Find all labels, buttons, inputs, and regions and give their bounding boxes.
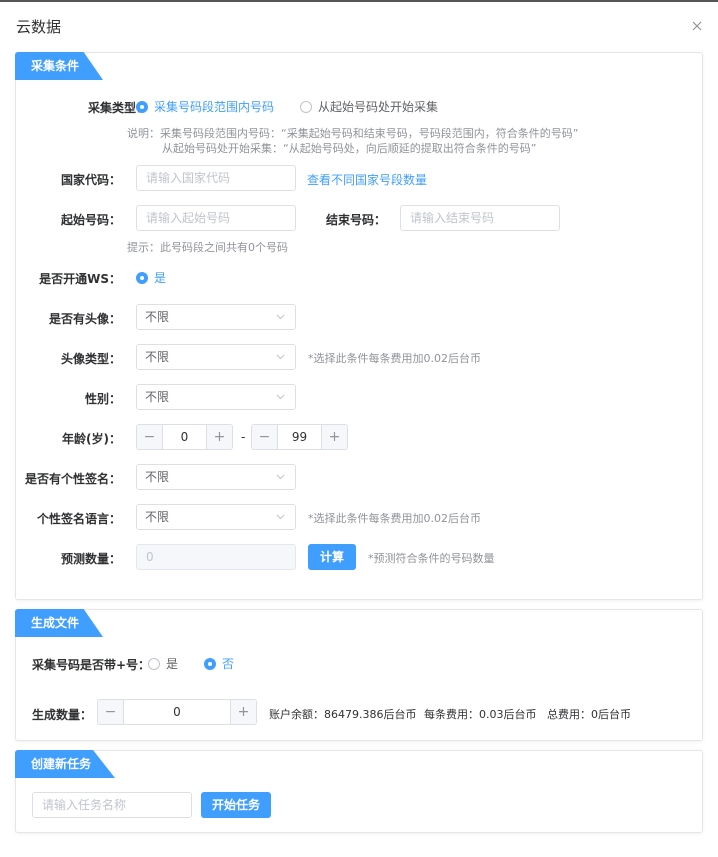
generate-count-stepper[interactable]: − 0 +: [97, 699, 257, 725]
generate-count-increment-button[interactable]: +: [230, 700, 256, 724]
age-max-value[interactable]: 99: [278, 425, 321, 449]
ws-enabled-label: 是否开通WS：: [39, 272, 121, 286]
country-code-input[interactable]: 请输入国家代码: [136, 165, 296, 191]
start-task-button[interactable]: 开始任务: [201, 792, 271, 818]
gender-value: 不限: [145, 390, 170, 404]
has-avatar-label: 是否有头像：: [48, 312, 121, 326]
has-avatar-value: 不限: [145, 310, 170, 324]
age-min-decrement-button[interactable]: −: [137, 425, 163, 449]
range-count-hint: 提示：此号码段之间共有0个号码: [127, 241, 288, 254]
predict-count-label: 预测数量：: [60, 552, 121, 566]
avatar-type-select[interactable]: 不限: [136, 344, 296, 370]
avatar-type-fee-note: *选择此条件每条费用加0.02后台币: [308, 352, 481, 365]
radio-start-text: 从起始号码处开始采集: [318, 100, 439, 114]
chevron-down-icon: [276, 314, 285, 320]
radio-range-collect[interactable]: 采集号码段范围内号码: [136, 98, 274, 115]
avatar-type-label: 头像类型：: [60, 352, 121, 366]
end-number-label: 结束号码：: [325, 213, 386, 227]
age-max-increment-button[interactable]: +: [321, 425, 347, 449]
age-min-increment-button[interactable]: +: [206, 425, 232, 449]
age-min-value[interactable]: 0: [163, 425, 206, 449]
avatar-type-value: 不限: [145, 350, 170, 364]
radio-range-dot[interactable]: [136, 100, 148, 113]
has-signature-label: 是否有个性签名：: [24, 472, 121, 486]
radio-ws-yes-text: 是: [154, 271, 167, 285]
predict-count-input: 0: [136, 544, 296, 570]
radio-ws-yes-dot[interactable]: [136, 271, 148, 284]
signature-language-value: 不限: [145, 510, 170, 524]
radio-start-dot[interactable]: [300, 100, 313, 113]
chevron-down-icon: [276, 394, 285, 400]
radio-plus-no-dot[interactable]: [204, 657, 217, 670]
generate-count-value[interactable]: 0: [124, 700, 230, 724]
collect-type-label: 采集类型：: [87, 101, 148, 115]
radio-range-text: 采集号码段范围内号码: [154, 100, 275, 114]
task-name-input[interactable]: 请输入任务名称: [32, 792, 192, 818]
predict-count-note: *预测符合条件的号码数量: [368, 552, 495, 565]
gender-label: 性别：: [84, 392, 121, 406]
country-code-label: 国家代码：: [60, 173, 121, 187]
signature-language-select[interactable]: 不限: [136, 504, 296, 530]
chevron-down-icon: [276, 354, 285, 360]
generate-count-decrement-button[interactable]: −: [98, 700, 124, 724]
plus-sign-label: 采集号码是否带+号：: [32, 658, 151, 672]
create-task-card: 创建新任务 请输入任务名称 开始任务: [15, 750, 703, 833]
country-segment-link[interactable]: 查看不同国家号段数量: [307, 171, 427, 188]
start-number-input[interactable]: 请输入起始号码: [136, 205, 296, 231]
generate-file-card: 生成文件 采集号码是否带+号： 是 否 生成数量： − 0 + 账户余额：864…: [15, 609, 703, 741]
calculate-button[interactable]: 计算: [308, 544, 356, 570]
radio-start-collect[interactable]: 从起始号码处开始采集: [300, 98, 438, 115]
radio-plus-no[interactable]: 否: [204, 655, 234, 672]
start-number-label: 起始号码：: [60, 213, 121, 227]
account-balance: 账户余额：86479.386后台币: [269, 708, 417, 721]
section-title-collect: 采集条件: [15, 52, 103, 80]
radio-plus-no-text: 否: [222, 657, 235, 671]
section-title-generate: 生成文件: [15, 609, 103, 637]
chevron-down-icon: [276, 514, 285, 520]
dialog-title: 云数据: [16, 18, 62, 36]
has-avatar-select[interactable]: 不限: [136, 304, 296, 330]
age-range-separator: -: [241, 430, 246, 444]
age-min-stepper[interactable]: − 0 +: [136, 424, 233, 450]
radio-plus-yes-dot[interactable]: [148, 657, 160, 670]
chevron-down-icon: [276, 474, 285, 480]
radio-plus-yes-text: 是: [166, 657, 179, 671]
collect-desc-line1: 说明：采集号码段范围内号码：“采集起始号码和结束号码，号码段范围内，符合条件的号…: [127, 127, 579, 140]
unit-fee: 每条费用：0.03后台币: [424, 708, 537, 721]
age-max-decrement-button[interactable]: −: [252, 425, 278, 449]
signature-language-fee-note: *选择此条件每条费用加0.02后台币: [308, 512, 481, 525]
generate-count-label: 生成数量：: [32, 708, 93, 722]
radio-plus-yes[interactable]: 是: [148, 655, 178, 672]
has-signature-value: 不限: [145, 470, 170, 484]
collect-desc-line2: 从起始号码处开始采集：“从起始号码处，向后顺延的提取出符合条件的号码”: [162, 142, 537, 155]
has-signature-select[interactable]: 不限: [136, 464, 296, 490]
window-top-border: [0, 0, 718, 2]
signature-language-label: 个性签名语言：: [36, 512, 121, 526]
age-label: 年龄(岁)：: [62, 432, 121, 446]
close-icon[interactable]: [690, 19, 704, 33]
end-number-input[interactable]: 请输入结束号码: [400, 205, 560, 231]
age-max-stepper[interactable]: − 99 +: [251, 424, 348, 450]
collect-conditions-card: 采集条件 采集类型： 采集号码段范围内号码 从起始号码处开始采集 说明：采集号码…: [15, 52, 703, 600]
section-title-task: 创建新任务: [15, 750, 115, 778]
radio-ws-yes[interactable]: 是: [136, 269, 166, 286]
gender-select[interactable]: 不限: [136, 384, 296, 410]
total-fee: 总费用：0后台币: [547, 708, 631, 721]
